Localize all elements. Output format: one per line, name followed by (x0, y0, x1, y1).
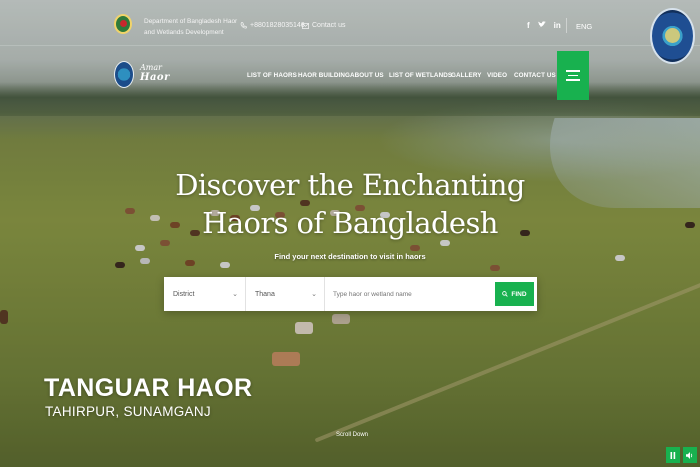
headline-line-1: Discover the Enchanting (175, 168, 525, 202)
district-label: District (173, 290, 195, 298)
thana-select[interactable]: Thana ⌄ (246, 277, 325, 311)
nav-list-of-wetlands[interactable]: LIST OF WETLANDS (389, 72, 452, 79)
language-switch[interactable]: ENG (576, 22, 592, 31)
twitter-icon[interactable] (537, 21, 546, 30)
chevron-down-icon: ⌄ (311, 291, 317, 298)
ministry-emblem (650, 8, 695, 64)
phone-number: +8801828035146 (250, 22, 305, 29)
search-bar: District ⌄ Thana ⌄ FIND (164, 277, 537, 311)
phone-link[interactable]: +8801828035146 (240, 22, 305, 29)
social-links: f in (527, 21, 561, 30)
pause-icon[interactable] (666, 447, 680, 463)
thana-label: Thana (255, 290, 275, 298)
site-brand[interactable]: Amar Haor (140, 63, 170, 83)
linkedin-icon[interactable]: in (554, 21, 561, 30)
scroll-down-link[interactable]: Scroll Down (336, 432, 368, 438)
nav-about-us[interactable]: ABOUT US (350, 72, 384, 79)
featured-place-location: TAHIRPUR, SUNAMGANJ (45, 404, 211, 419)
district-select[interactable]: District ⌄ (164, 277, 246, 311)
department-name: Department of Bangladesh Haor and Wetlan… (144, 18, 238, 36)
menu-icon[interactable] (557, 51, 589, 100)
find-button[interactable]: FIND (495, 282, 534, 306)
headline-line-2: Haors of Bangladesh (202, 206, 498, 240)
mail-icon (302, 22, 309, 29)
find-label: FIND (511, 290, 527, 298)
site-logo[interactable] (114, 61, 134, 88)
brand-line-2: Haor (140, 72, 170, 83)
nav-gallery[interactable]: GALLERY (451, 72, 482, 79)
nav-list-of-haors[interactable]: LIST OF HAORS (247, 72, 297, 79)
contact-label: Contact us (312, 22, 346, 29)
department-logo[interactable] (114, 14, 132, 34)
chevron-down-icon: ⌄ (232, 291, 238, 298)
phone-icon (240, 22, 247, 29)
nav-video[interactable]: VIDEO (487, 72, 507, 79)
divider (566, 18, 567, 33)
facebook-icon[interactable]: f (527, 21, 530, 30)
sound-icon[interactable] (683, 447, 697, 463)
featured-place-title: TANGUAR HAOR (44, 374, 253, 402)
nav-contact-us[interactable]: CONTACT US (514, 72, 556, 79)
hero-subhead: Find your next destination to visit in h… (274, 252, 426, 261)
contact-link[interactable]: Contact us (302, 22, 345, 29)
nav-haor-building[interactable]: HAOR BUILDING (298, 72, 350, 79)
top-bar: Department of Bangladesh Haor and Wetlan… (0, 0, 700, 46)
search-icon (502, 291, 509, 297)
hero-headline: Discover the Enchanting Haors of Banglad… (150, 166, 550, 242)
search-input[interactable] (325, 277, 495, 311)
